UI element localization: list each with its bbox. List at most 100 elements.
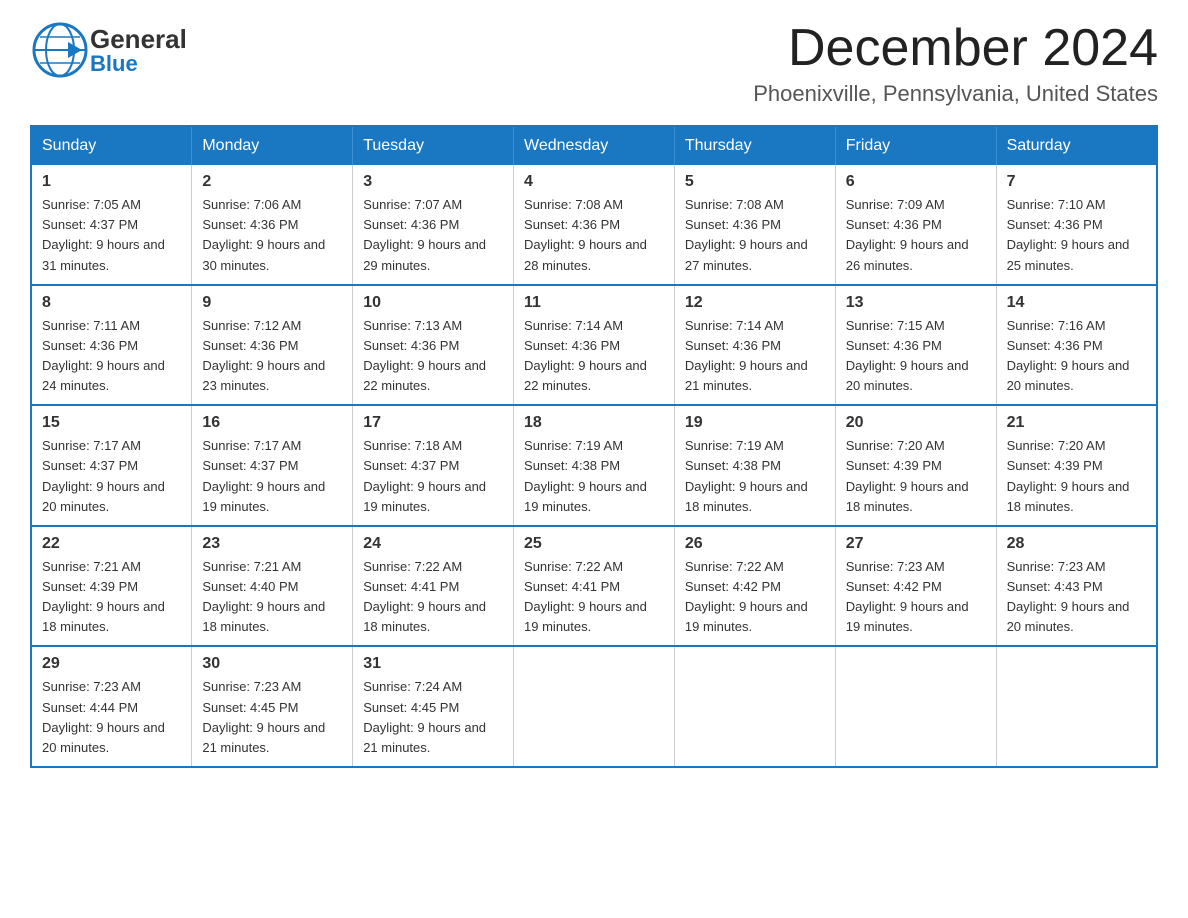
- logo-blue-text: Blue: [90, 51, 187, 77]
- day-info: Sunrise: 7:23 AMSunset: 4:42 PMDaylight:…: [846, 557, 986, 638]
- logo-icon: [30, 20, 90, 80]
- day-number: 16: [202, 414, 342, 432]
- calendar-cell: 4 Sunrise: 7:08 AMSunset: 4:36 PMDaylight…: [514, 165, 675, 285]
- day-number: 10: [363, 294, 503, 312]
- logo-text-block: General Blue: [90, 24, 187, 77]
- calendar-week-3: 15 Sunrise: 7:17 AMSunset: 4:37 PMDayligh…: [31, 405, 1157, 526]
- day-number: 28: [1007, 535, 1146, 553]
- day-info: Sunrise: 7:20 AMSunset: 4:39 PMDaylight:…: [846, 436, 986, 517]
- calendar-cell: 2Sunrise: 7:06 AMSunset: 4:36 PMDaylight…: [192, 165, 353, 285]
- calendar-cell: 21 Sunrise: 7:20 AMSunset: 4:39 PMDayligh…: [996, 405, 1157, 526]
- calendar-cell: 19Sunrise: 7:19 AMSunset: 4:38 PMDayligh…: [674, 405, 835, 526]
- col-saturday: Saturday: [996, 126, 1157, 165]
- col-wednesday: Wednesday: [514, 126, 675, 165]
- calendar-header-row: Sunday Monday Tuesday Wednesday Thursday…: [31, 126, 1157, 165]
- calendar-cell: 28 Sunrise: 7:23 AMSunset: 4:43 PMDayligh…: [996, 526, 1157, 647]
- day-info: Sunrise: 7:12 AMSunset: 4:36 PMDaylight:…: [202, 316, 342, 397]
- logo: General Blue: [30, 20, 187, 80]
- calendar-cell: 25 Sunrise: 7:22 AMSunset: 4:41 PMDayligh…: [514, 526, 675, 647]
- day-info: Sunrise: 7:10 AMSunset: 4:36 PMDaylight:…: [1007, 195, 1146, 276]
- day-info: Sunrise: 7:20 AMSunset: 4:39 PMDaylight:…: [1007, 436, 1146, 517]
- title-section: December 2024 Phoenixville, Pennsylvania…: [753, 20, 1158, 107]
- calendar-cell: 30 Sunrise: 7:23 AMSunset: 4:45 PMDayligh…: [192, 646, 353, 767]
- day-info: Sunrise: 7:23 AMSunset: 4:45 PMDaylight:…: [202, 677, 342, 758]
- day-number: 21: [1007, 414, 1146, 432]
- day-number: 18: [524, 414, 664, 432]
- col-sunday: Sunday: [31, 126, 192, 165]
- day-number: 25: [524, 535, 664, 553]
- day-info: Sunrise: 7:23 AMSunset: 4:43 PMDaylight:…: [1007, 557, 1146, 638]
- day-info: Sunrise: 7:24 AMSunset: 4:45 PMDaylight:…: [363, 677, 503, 758]
- day-number: 26: [685, 535, 825, 553]
- day-info: Sunrise: 7:21 AMSunset: 4:40 PMDaylight:…: [202, 557, 342, 638]
- calendar-cell: 11 Sunrise: 7:14 AMSunset: 4:36 PMDayligh…: [514, 285, 675, 406]
- calendar-cell: 14 Sunrise: 7:16 AMSunset: 4:36 PMDayligh…: [996, 285, 1157, 406]
- day-info: Sunrise: 7:22 AMSunset: 4:41 PMDaylight:…: [524, 557, 664, 638]
- day-number: 15: [42, 414, 181, 432]
- day-number: 17: [363, 414, 503, 432]
- calendar-cell: 7 Sunrise: 7:10 AMSunset: 4:36 PMDaylight…: [996, 165, 1157, 285]
- calendar-cell: 10 Sunrise: 7:13 AMSunset: 4:36 PMDayligh…: [353, 285, 514, 406]
- day-info: Sunrise: 7:17 AMSunset: 4:37 PMDaylight:…: [202, 436, 342, 517]
- calendar-cell: 6Sunrise: 7:09 AMSunset: 4:36 PMDaylight…: [835, 165, 996, 285]
- calendar-cell: [835, 646, 996, 767]
- calendar-cell: 8 Sunrise: 7:11 AMSunset: 4:36 PMDaylight…: [31, 285, 192, 406]
- day-info: Sunrise: 7:17 AMSunset: 4:37 PMDaylight:…: [42, 436, 181, 517]
- col-tuesday: Tuesday: [353, 126, 514, 165]
- day-number: 4: [524, 173, 664, 191]
- day-number: 24: [363, 535, 503, 553]
- day-number: 13: [846, 294, 986, 312]
- day-number: 31: [363, 655, 503, 673]
- day-number: 22: [42, 535, 181, 553]
- day-info: Sunrise: 7:18 AMSunset: 4:37 PMDaylight:…: [363, 436, 503, 517]
- calendar-cell: 23 Sunrise: 7:21 AMSunset: 4:40 PMDayligh…: [192, 526, 353, 647]
- calendar-cell: 18Sunrise: 7:19 AMSunset: 4:38 PMDayligh…: [514, 405, 675, 526]
- calendar-cell: 31 Sunrise: 7:24 AMSunset: 4:45 PMDayligh…: [353, 646, 514, 767]
- day-number: 2: [202, 173, 342, 191]
- calendar-cell: [996, 646, 1157, 767]
- calendar-cell: [674, 646, 835, 767]
- day-info: Sunrise: 7:21 AMSunset: 4:39 PMDaylight:…: [42, 557, 181, 638]
- day-info: Sunrise: 7:16 AMSunset: 4:36 PMDaylight:…: [1007, 316, 1146, 397]
- day-number: 1: [42, 173, 181, 191]
- day-number: 29: [42, 655, 181, 673]
- calendar-cell: 29Sunrise: 7:23 AMSunset: 4:44 PMDayligh…: [31, 646, 192, 767]
- day-info: Sunrise: 7:19 AMSunset: 4:38 PMDaylight:…: [685, 436, 825, 517]
- day-number: 11: [524, 294, 664, 312]
- col-thursday: Thursday: [674, 126, 835, 165]
- calendar-week-5: 29Sunrise: 7:23 AMSunset: 4:44 PMDayligh…: [31, 646, 1157, 767]
- day-info: Sunrise: 7:13 AMSunset: 4:36 PMDaylight:…: [363, 316, 503, 397]
- day-number: 5: [685, 173, 825, 191]
- day-info: Sunrise: 7:05 AMSunset: 4:37 PMDaylight:…: [42, 195, 181, 276]
- day-info: Sunrise: 7:07 AMSunset: 4:36 PMDaylight:…: [363, 195, 503, 276]
- calendar-cell: 5 Sunrise: 7:08 AMSunset: 4:36 PMDaylight…: [674, 165, 835, 285]
- day-info: Sunrise: 7:22 AMSunset: 4:41 PMDaylight:…: [363, 557, 503, 638]
- day-number: 7: [1007, 173, 1146, 191]
- page-header: General Blue December 2024 Phoenixville,…: [30, 20, 1158, 107]
- day-info: Sunrise: 7:14 AMSunset: 4:36 PMDaylight:…: [524, 316, 664, 397]
- day-info: Sunrise: 7:09 AMSunset: 4:36 PMDaylight:…: [846, 195, 986, 276]
- day-number: 14: [1007, 294, 1146, 312]
- day-number: 12: [685, 294, 825, 312]
- day-info: Sunrise: 7:08 AMSunset: 4:36 PMDaylight:…: [685, 195, 825, 276]
- day-info: Sunrise: 7:22 AMSunset: 4:42 PMDaylight:…: [685, 557, 825, 638]
- calendar-cell: 3 Sunrise: 7:07 AMSunset: 4:36 PMDaylight…: [353, 165, 514, 285]
- calendar-cell: 12 Sunrise: 7:14 AMSunset: 4:36 PMDayligh…: [674, 285, 835, 406]
- calendar-week-4: 22 Sunrise: 7:21 AMSunset: 4:39 PMDayligh…: [31, 526, 1157, 647]
- day-number: 30: [202, 655, 342, 673]
- calendar-cell: [514, 646, 675, 767]
- day-number: 9: [202, 294, 342, 312]
- col-monday: Monday: [192, 126, 353, 165]
- calendar-cell: 17 Sunrise: 7:18 AMSunset: 4:37 PMDayligh…: [353, 405, 514, 526]
- day-number: 23: [202, 535, 342, 553]
- day-number: 3: [363, 173, 503, 191]
- calendar-cell: 27Sunrise: 7:23 AMSunset: 4:42 PMDayligh…: [835, 526, 996, 647]
- calendar-cell: 9 Sunrise: 7:12 AMSunset: 4:36 PMDaylight…: [192, 285, 353, 406]
- day-number: 8: [42, 294, 181, 312]
- calendar-cell: 22 Sunrise: 7:21 AMSunset: 4:39 PMDayligh…: [31, 526, 192, 647]
- day-info: Sunrise: 7:11 AMSunset: 4:36 PMDaylight:…: [42, 316, 181, 397]
- calendar-week-2: 8 Sunrise: 7:11 AMSunset: 4:36 PMDaylight…: [31, 285, 1157, 406]
- day-info: Sunrise: 7:08 AMSunset: 4:36 PMDaylight:…: [524, 195, 664, 276]
- calendar-cell: 13Sunrise: 7:15 AMSunset: 4:36 PMDayligh…: [835, 285, 996, 406]
- day-info: Sunrise: 7:14 AMSunset: 4:36 PMDaylight:…: [685, 316, 825, 397]
